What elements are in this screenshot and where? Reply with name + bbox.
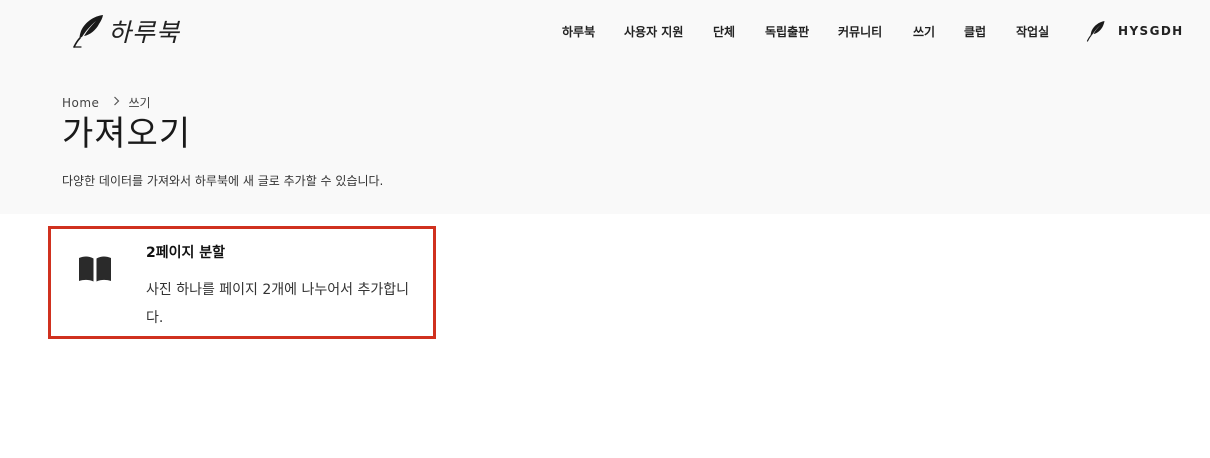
user-menu[interactable]: HYSGDH (1086, 20, 1184, 42)
nav-item-support[interactable]: 사용자 지원 (624, 23, 683, 41)
nav-item-harubook[interactable]: 하루북 (562, 23, 595, 41)
quill-icon (1086, 21, 1105, 42)
nav-item-community[interactable]: 커뮤니티 (838, 23, 882, 41)
breadcrumb: Home 쓰기 (62, 94, 151, 111)
open-book-icon (79, 256, 111, 282)
page-title: 가져오기 (62, 114, 192, 154)
nav-item-club[interactable]: 클럽 (964, 23, 986, 41)
nav-item-write[interactable]: 쓰기 (913, 23, 935, 41)
import-card-split-two-pages[interactable]: 2페이지 분할 사진 하나를 페이지 2개에 나누어서 추가합니다. (48, 226, 436, 339)
username: HYSGDH (1118, 24, 1184, 38)
nav-item-workspace[interactable]: 작업실 (1016, 23, 1049, 41)
breadcrumb-home[interactable]: Home (62, 96, 99, 110)
main-nav: 하루북 사용자 지원 단체 독립출판 커뮤니티 쓰기 클럽 작업실 (0, 23, 1210, 41)
nav-item-group[interactable]: 단체 (713, 23, 735, 41)
breadcrumb-current: 쓰기 (128, 96, 151, 110)
page-description: 다양한 데이터를 가져와서 하루북에 새 글로 추가할 수 있습니다. (62, 174, 384, 188)
chevron-right-icon (113, 96, 120, 109)
card-title: 2페이지 분할 (146, 245, 226, 261)
card-description: 사진 하나를 페이지 2개에 나누어서 추가합니다. (146, 282, 409, 326)
nav-item-indie-publishing[interactable]: 독립출판 (765, 23, 809, 41)
